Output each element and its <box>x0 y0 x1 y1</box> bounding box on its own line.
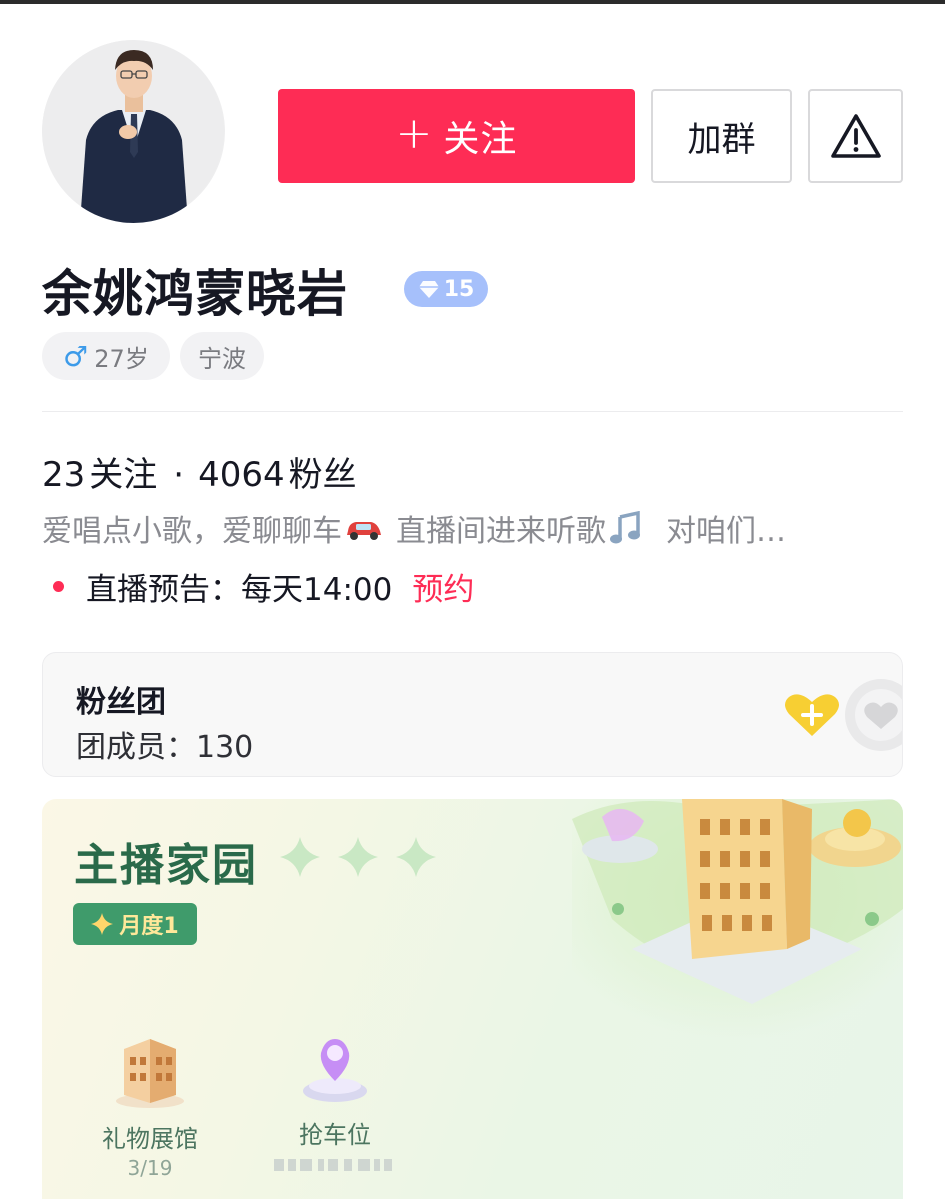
warning-triangle-icon <box>830 114 881 158</box>
level-value: 15 <box>443 276 475 302</box>
fan-badge-grey-icon <box>845 679 902 751</box>
star-sparkle-icon <box>91 913 114 935</box>
fan-heart-plus-icon <box>785 694 839 736</box>
join-group-button[interactable]: 加群 <box>651 89 792 183</box>
stats-row: 23 关注 · 4064 粉丝 <box>42 447 357 496</box>
blurred-text-placeholder <box>274 1159 392 1171</box>
city-label: 宁波 <box>198 344 246 373</box>
follow-button[interactable]: + 关注 <box>278 89 635 183</box>
city-tag: 宁波 <box>180 332 264 380</box>
diamond-icon <box>418 281 439 298</box>
music-note-icon <box>610 511 640 544</box>
gift-hall-progress: 3/19 <box>127 1156 173 1180</box>
bio-part-3: 对咱们… <box>666 514 786 549</box>
avatar[interactable] <box>42 40 225 223</box>
car-emoji-icon <box>347 522 381 540</box>
followers-label[interactable]: 粉丝 <box>289 447 357 496</box>
bio-part-1: 爱唱点小歌，爱聊聊车 <box>42 514 342 549</box>
fan-club-members: 团成员：130 <box>76 730 254 765</box>
fan-club-card[interactable]: 粉丝团 团成员：130 <box>42 652 903 777</box>
age-label: 27岁 <box>94 344 149 373</box>
followers-count[interactable]: 4064 <box>198 455 285 495</box>
gift-hall-building-icon <box>116 1039 184 1108</box>
age-tag: ♂ 27岁 <box>42 332 170 380</box>
month-rank-badge: 月度1 <box>73 903 197 945</box>
bio-text[interactable]: 爱唱点小歌，爱聊聊车 直播间进来听歌 对咱们… <box>42 506 786 550</box>
plus-icon: + <box>395 108 434 159</box>
follow-button-label: 关注 <box>443 119 518 160</box>
live-dot-icon <box>53 581 64 592</box>
join-group-label: 加群 <box>687 119 756 160</box>
stats-separator: · <box>173 455 185 495</box>
following-label[interactable]: 关注 <box>89 447 157 496</box>
fan-club-title: 粉丝团 <box>76 685 166 720</box>
anchor-home-title: 主播家园 <box>74 840 258 891</box>
gift-hall-entry[interactable]: 礼物展馆 3/19 <box>90 1035 210 1180</box>
month-rank-label: 月度1 <box>119 914 179 939</box>
level-badge[interactable]: 15 <box>404 271 488 307</box>
parking-spot-entry[interactable]: 抢车位 <box>270 1035 400 1150</box>
parking-spot-icon <box>303 1039 367 1102</box>
live-notice: 直播预告：每天14:00 预约 <box>42 564 474 609</box>
home-building-illustration <box>572 799 903 1039</box>
live-notice-text: 直播预告：每天14:00 <box>86 572 393 608</box>
top-edge <box>0 0 945 4</box>
avatar-portrait <box>42 40 224 223</box>
report-button[interactable] <box>808 89 903 183</box>
bio-part-2: 直播间进来听歌 <box>396 514 606 549</box>
anchor-home-card[interactable]: 主播家园 月度1 礼物展馆 3/19 抢车位 <box>42 799 903 1199</box>
divider <box>42 411 903 412</box>
following-count[interactable]: 23 <box>42 455 85 495</box>
reserve-link[interactable]: 预约 <box>412 564 474 609</box>
male-icon: ♂ <box>63 339 89 373</box>
parking-spot-label: 抢车位 <box>299 1121 371 1149</box>
sparkle-stars-icon <box>280 837 436 877</box>
profile-name: 余姚鸿蒙晓岩 <box>42 265 348 323</box>
gift-hall-label: 礼物展馆 <box>102 1125 198 1153</box>
